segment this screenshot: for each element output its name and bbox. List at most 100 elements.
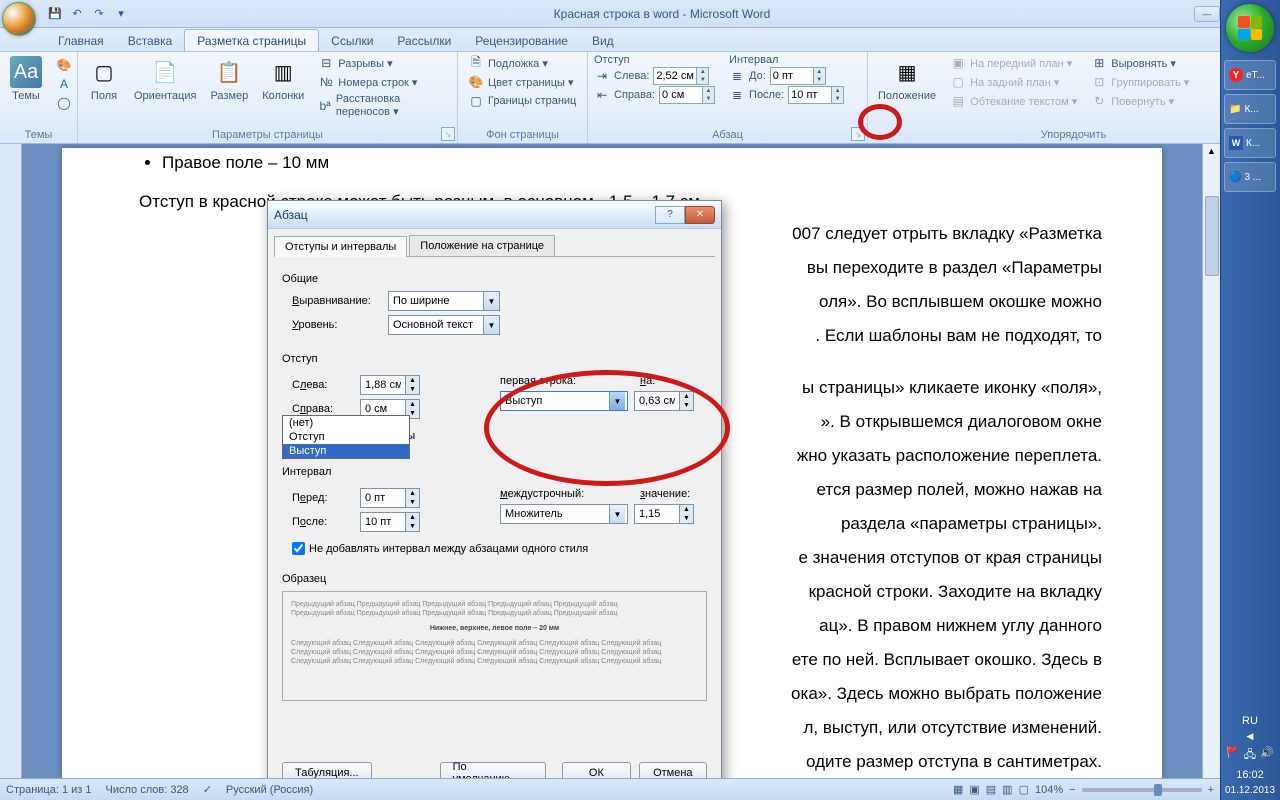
group-objects-button[interactable]: ⊡Группировать ▾ [1087,73,1193,91]
taskbar-item[interactable]: WК... [1224,128,1276,158]
columns-button[interactable]: ▥Колонки [258,54,308,104]
tray-network-icon[interactable]: 🖧 [1244,746,1256,765]
zoom-in-button[interactable]: + [1208,784,1214,796]
indent-right-input[interactable]: ▲▼ [659,86,715,104]
spin-up-icon[interactable]: ▲ [406,513,419,522]
dropdown-option-none[interactable]: (нет) [283,416,409,430]
tab-mailings[interactable]: Рассылки [385,30,463,51]
margins-button[interactable]: ▢Поля [84,54,124,104]
dialog-tab-position[interactable]: Положение на странице [409,235,555,256]
tab-references[interactable]: Ссылки [319,30,385,51]
no-add-space-checkbox[interactable]: Не добавлять интервал между абзацами одн… [292,542,707,555]
watermark-button[interactable]: 🗎Подложка ▾ [464,54,580,72]
line-numbers-button[interactable]: №Номера строк ▾ [314,73,451,91]
tab-home[interactable]: Главная [46,30,116,51]
taskbar-item[interactable]: 📁К... [1224,94,1276,124]
page-setup-launcher[interactable]: ↘ [441,127,455,141]
tray-date[interactable]: 01.12.2013 [1225,785,1275,796]
view-print-layout-icon[interactable]: ▦ [953,783,963,796]
chevron-down-icon[interactable]: ▼ [609,505,625,523]
tray-volume-icon[interactable]: 🔊 [1260,746,1274,765]
dialog-help-button[interactable]: ? [655,206,685,224]
spin-up-icon[interactable]: ▲ [406,376,419,385]
qat-dropdown-icon[interactable]: ▾ [112,5,130,23]
zoom-out-button[interactable]: − [1069,784,1075,796]
minimize-button[interactable]: — [1194,6,1220,22]
by-spinner[interactable]: ▲▼ [634,391,694,411]
dialog-tab-indents[interactable]: Отступы и интервалы [274,236,407,257]
spin-down-icon[interactable]: ▼ [406,498,419,507]
zoom-percent[interactable]: 104% [1035,784,1063,796]
scroll-thumb[interactable] [1205,196,1219,276]
spin-down-icon[interactable]: ▼ [680,514,693,523]
spin-down-icon[interactable]: ▼ [406,522,419,531]
tab-page-layout[interactable]: Разметка страницы [184,29,319,51]
tab-insert[interactable]: Вставка [116,30,185,51]
zoom-slider[interactable] [1082,788,1202,792]
after-spinner[interactable]: ▲▼ [360,512,420,532]
undo-icon[interactable]: ↶ [68,5,86,23]
align-button[interactable]: ⊞Выровнять ▾ [1087,54,1193,72]
spin-down-icon[interactable]: ▼ [680,401,693,410]
breaks-button[interactable]: ⊟Разрывы ▾ [314,54,451,72]
tray-language[interactable]: RU [1242,715,1258,727]
value-spinner[interactable]: ▲▼ [634,504,694,524]
dropdown-option-indent[interactable]: Отступ [283,430,409,444]
spin-up-icon[interactable]: ▲ [680,505,693,514]
vertical-ruler[interactable] [0,144,22,778]
spacing-before-input[interactable]: ▲▼ [770,67,826,85]
tab-review[interactable]: Рецензирование [463,30,580,51]
text-wrap-button[interactable]: ▤Обтекание текстом ▾ [946,92,1081,110]
spacing-after-input[interactable]: ▲▼ [788,86,844,104]
rotate-button[interactable]: ↻Повернуть ▾ [1087,92,1193,110]
save-icon[interactable]: 💾 [46,5,64,23]
chevron-down-icon[interactable]: ▼ [483,316,499,334]
alignment-combo[interactable]: ▼ [388,291,500,311]
themes-button[interactable]: Aa Темы [6,54,46,104]
status-word-count[interactable]: Число слов: 328 [106,784,189,796]
redo-icon[interactable]: ↷ [90,5,108,23]
view-outline-icon[interactable]: ▥ [1002,783,1012,796]
proofing-icon[interactable]: ✓ [203,783,212,796]
line-spacing-combo[interactable]: ▼ [500,504,628,524]
dialog-close-button[interactable]: ✕ [685,206,715,224]
theme-effects-button[interactable]: ◯ [52,94,76,112]
vertical-scrollbar[interactable]: ▲ [1202,144,1220,778]
tab-view[interactable]: Вид [580,30,626,51]
tray-flag-icon[interactable]: 🚩 [1226,746,1240,765]
office-button[interactable] [0,0,38,28]
tray-clock[interactable]: 16:02 [1236,769,1264,781]
view-draft-icon[interactable]: ▢ [1019,783,1029,796]
spin-up-icon[interactable]: ▲ [406,489,419,498]
theme-colors-button[interactable]: 🎨 [52,56,76,74]
dropdown-option-hanging[interactable]: Выступ [283,444,409,458]
bring-front-button[interactable]: ▣На передний план ▾ [946,54,1081,72]
indent-left-spinner[interactable]: ▲▼ [360,375,420,395]
tray-chevron-icon[interactable]: ◀ [1247,731,1254,742]
view-web-icon[interactable]: ▤ [986,783,996,796]
scroll-up-icon[interactable]: ▲ [1207,146,1216,156]
status-language[interactable]: Русский (Россия) [226,784,313,796]
send-back-button[interactable]: ▢На задний план ▾ [946,73,1081,91]
dialog-titlebar[interactable]: Абзац ? ✕ [268,201,721,229]
indent-left-input[interactable]: ▲▼ [653,67,709,85]
chevron-down-icon[interactable]: ▼ [609,392,625,410]
start-button[interactable] [1226,4,1274,52]
status-page[interactable]: Страница: 1 из 1 [6,784,92,796]
taskbar-item[interactable]: 🔵3 ... [1224,162,1276,192]
hyphenation-button[interactable]: bªРасстановка переносов ▾ [314,92,451,119]
spin-up-icon[interactable]: ▲ [406,400,419,409]
page-borders-button[interactable]: ▢Границы страниц [464,92,580,110]
position-button[interactable]: ▦Положение [874,54,940,104]
spin-up-icon[interactable]: ▲ [680,392,693,401]
view-full-screen-icon[interactable]: ▣ [969,783,979,796]
chevron-down-icon[interactable]: ▼ [483,292,499,310]
size-button[interactable]: 📋Размер [206,54,252,104]
taskbar-item[interactable]: YeT... [1224,60,1276,90]
before-spinner[interactable]: ▲▼ [360,488,420,508]
orientation-button[interactable]: 📄Ориентация [130,54,200,104]
page-color-button[interactable]: 🎨Цвет страницы ▾ [464,73,580,91]
spin-down-icon[interactable]: ▼ [406,385,419,394]
level-combo[interactable]: ▼ [388,315,500,335]
theme-fonts-button[interactable]: A [52,75,76,93]
